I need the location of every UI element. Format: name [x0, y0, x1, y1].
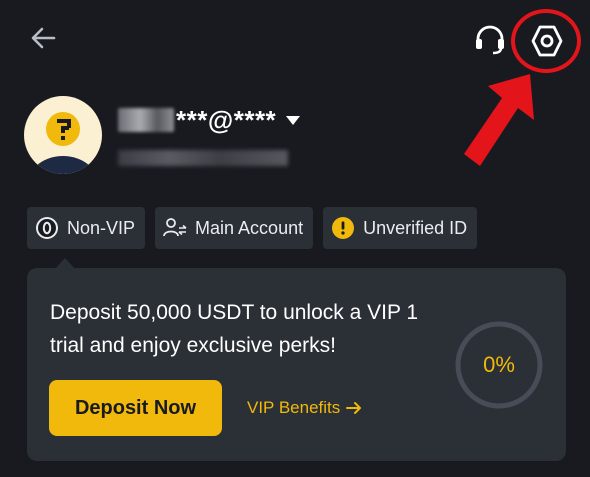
- avatar[interactable]: [24, 96, 102, 174]
- promo-text: Deposit 50,000 USDT to unlock a VIP 1 tr…: [50, 301, 419, 357]
- vip-progress-label: 0%: [483, 352, 515, 377]
- back-button[interactable]: [28, 22, 60, 54]
- tag-account-label: Main Account: [195, 217, 304, 238]
- vip-benefits-link[interactable]: VIP Benefits: [247, 398, 362, 418]
- account-tags: Non-VIP Main Account Unverified ID: [27, 207, 478, 249]
- tag-verification-label: Unverified ID: [363, 217, 468, 238]
- vip-zero-icon: [35, 216, 59, 240]
- arrow-right-icon: [346, 402, 362, 414]
- tag-vip-level[interactable]: Non-VIP: [27, 207, 146, 249]
- tag-verification[interactable]: Unverified ID: [323, 207, 478, 249]
- arrow-left-icon: [31, 27, 56, 49]
- support-button[interactable]: [472, 22, 508, 58]
- tag-main-account[interactable]: Main Account: [155, 207, 314, 249]
- account-page: ***@**** Non-VIP Main Account Unverified…: [0, 0, 590, 477]
- annotation-arrow-icon: [464, 74, 534, 166]
- email-text: ***@****: [176, 104, 277, 135]
- warning-icon: [331, 216, 355, 240]
- caret-down-icon[interactable]: [286, 115, 301, 125]
- headset-icon: [476, 25, 504, 55]
- account-switch-icon: [163, 216, 187, 240]
- question-mark-avatar-icon: [30, 112, 96, 174]
- account-email[interactable]: ***@****: [118, 104, 301, 136]
- redacted-uid: [118, 150, 288, 166]
- redacted-email-prefix: [118, 108, 174, 132]
- vip-benefits-label: VIP Benefits: [247, 398, 341, 417]
- tag-vip-label: Non-VIP: [67, 217, 136, 238]
- annotation-highlight-circle: [511, 9, 581, 73]
- deposit-now-button[interactable]: Deposit Now: [49, 380, 222, 436]
